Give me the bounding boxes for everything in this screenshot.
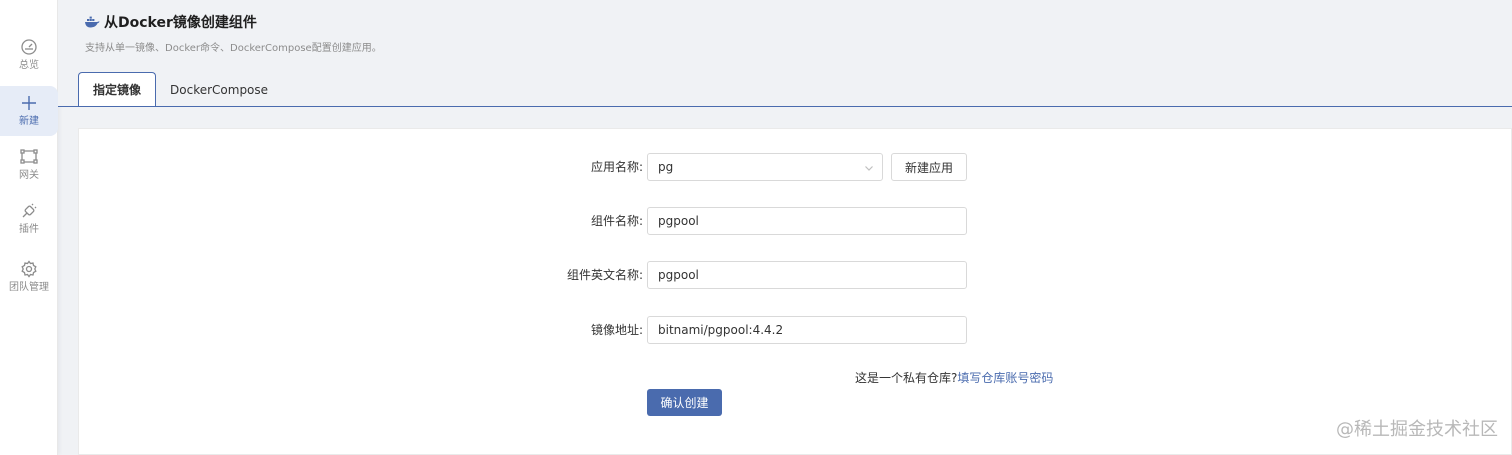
sidebar-item-label: 网关 — [19, 170, 39, 181]
confirm-create-button[interactable]: 确认创建 — [647, 389, 722, 416]
docker-icon — [85, 16, 100, 28]
sidebar-item-overview[interactable]: 总览 — [0, 30, 58, 80]
gateway-icon — [20, 149, 38, 164]
page-subtitle: 支持从单一镜像、Docker命令、DockerCompose配置创建应用。 — [85, 43, 382, 54]
sidebar-item-label: 新建 — [19, 116, 39, 127]
tab-bar: 指定镜像 DockerCompose — [78, 72, 282, 107]
sidebar: 总览 新建 网关 插件 团队管理 — [0, 0, 58, 455]
sidebar-item-label: 插件 — [19, 224, 39, 235]
component-en-name-label: 组件英文名称: — [566, 268, 643, 282]
watermark: @稀土掘金技术社区 — [1336, 419, 1498, 440]
dashboard-icon — [21, 39, 37, 55]
tab-specify-image[interactable]: 指定镜像 — [78, 72, 157, 107]
app-name-label: 应用名称: — [590, 160, 643, 174]
component-en-name-input[interactable]: pgpool — [647, 261, 967, 289]
sidebar-item-gateway[interactable]: 网关 — [0, 140, 58, 190]
component-name-value: pgpool — [658, 214, 699, 228]
sidebar-item-plugin[interactable]: 插件 — [0, 194, 58, 244]
component-name-label: 组件名称: — [590, 214, 643, 228]
sidebar-item-team-management[interactable]: 团队管理 — [0, 252, 58, 302]
page-header: 从Docker镜像创建组件 支持从单一镜像、Docker命令、DockerCom… — [58, 0, 1512, 107]
component-en-name-value: pgpool — [658, 268, 699, 282]
image-address-value: bitnami/pgpool:4.4.2 — [658, 323, 784, 337]
plugin-icon — [22, 203, 37, 218]
form-panel: 应用名称: pg 新建应用 组件名称: pgpool 组件英文名称: pgpoo… — [78, 128, 1512, 455]
component-name-input[interactable]: pgpool — [647, 207, 967, 235]
private-repo-link[interactable]: 填写仓库账号密码 — [957, 371, 1053, 385]
private-repo-hint: 这是一个私有仓库?填写仓库账号密码 — [855, 369, 1053, 386]
image-address-input[interactable]: bitnami/pgpool:4.4.2 — [647, 316, 967, 344]
private-repo-question: 这是一个私有仓库? — [855, 371, 958, 385]
plus-icon — [22, 96, 36, 110]
sidebar-item-label: 总览 — [19, 60, 39, 71]
app-name-select[interactable]: pg — [647, 153, 883, 181]
app-name-value: pg — [658, 160, 674, 174]
sidebar-item-label: 团队管理 — [9, 282, 49, 293]
gear-icon — [21, 260, 37, 278]
chevron-down-icon — [865, 166, 873, 171]
sidebar-item-new[interactable]: 新建 — [0, 86, 58, 136]
new-app-button[interactable]: 新建应用 — [891, 153, 967, 181]
tab-underline — [58, 106, 1512, 107]
image-address-label: 镜像地址: — [590, 323, 643, 337]
page-title: 从Docker镜像创建组件 — [104, 15, 257, 31]
title-row: 从Docker镜像创建组件 — [84, 12, 257, 32]
tab-docker-compose[interactable]: DockerCompose — [156, 72, 282, 107]
